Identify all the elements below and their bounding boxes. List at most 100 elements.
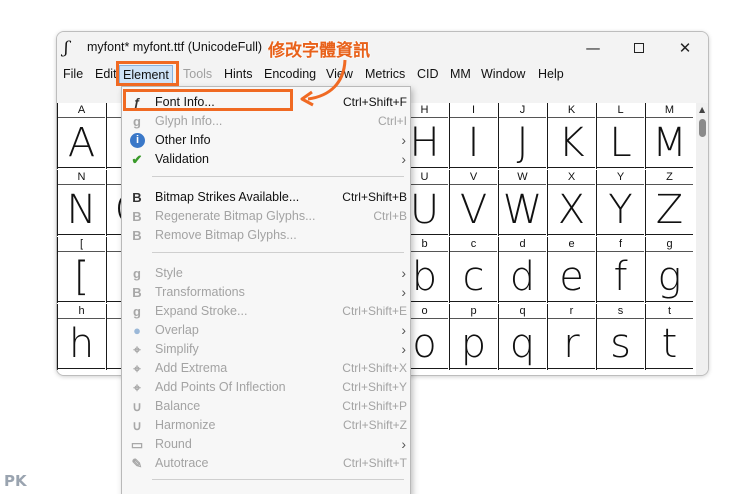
scroll-thumb[interactable]: [699, 119, 706, 137]
glyph-cell[interactable]: tt: [645, 304, 693, 370]
menu-item-regenerate-bitmap-glyphs[interactable]: B Regenerate Bitmap Glyphs... Ctrl+B: [122, 207, 412, 226]
vertical-scrollbar[interactable]: ▲: [696, 103, 708, 375]
menu-item-balance[interactable]: ∪ Balance Ctrl+Shift+P: [122, 397, 412, 416]
glyph-cell[interactable]: qq: [498, 304, 546, 370]
minimize-icon: —: [585, 38, 601, 57]
menu-item-label: Regenerate Bitmap Glyphs...: [155, 209, 316, 223]
menu-item-label: Transformations: [155, 285, 245, 299]
minimize-button[interactable]: —: [570, 32, 616, 63]
regenerate-bitmap-icon: B: [132, 209, 142, 224]
glyph-cell[interactable]: JJ: [498, 103, 546, 169]
menu-item-validation[interactable]: ✔ Validation ›: [122, 150, 412, 169]
menu-item-style[interactable]: g Style ›: [122, 264, 412, 283]
menu-item-label: Harmonize: [155, 418, 216, 432]
watermark-logo: PK: [4, 472, 27, 490]
glyph-cell[interactable]: dd: [498, 237, 546, 303]
glyph-cell[interactable]: [[: [57, 237, 105, 303]
glyph-cell[interactable]: hh: [57, 304, 105, 370]
glyph-preview: t: [646, 319, 693, 369]
close-button[interactable]: ✕: [662, 32, 708, 63]
glyph-cell[interactable]: XX: [547, 170, 595, 236]
menu-window[interactable]: Window: [481, 67, 525, 81]
menu-item-label: Balance: [155, 399, 201, 413]
element-menu-highlight: [116, 61, 179, 86]
menu-cid[interactable]: CID: [417, 67, 439, 81]
glyph-preview: K: [548, 118, 595, 168]
menu-item-transformations[interactable]: B Transformations ›: [122, 283, 412, 302]
menu-item-remove-bitmap-glyphs[interactable]: B Remove Bitmap Glyphs...: [122, 226, 412, 245]
menu-separator: [152, 176, 404, 177]
menu-item-simplify[interactable]: ⌖ Simplify ›: [122, 340, 412, 359]
menu-item-add-extrema[interactable]: ⌖ Add Extrema Ctrl+Shift+X: [122, 359, 412, 378]
menu-item-label: Expand Stroke...: [155, 304, 248, 318]
menu-item-label: Bitmap Strikes Available...: [155, 190, 300, 204]
menu-item-shortcut: Ctrl+I: [377, 114, 407, 128]
menu-hints[interactable]: Hints: [224, 67, 252, 81]
glyph-cell[interactable]: ff: [596, 237, 644, 303]
submenu-arrow-icon: ›: [401, 132, 406, 148]
glyph-cell[interactable]: rr: [547, 304, 595, 370]
glyph-cell[interactable]: KK: [547, 103, 595, 169]
menu-item-expand-stroke[interactable]: g Expand Stroke... Ctrl+Shift+E: [122, 302, 412, 321]
glyph-info-icon: g: [133, 114, 141, 129]
menu-help[interactable]: Help: [538, 67, 564, 81]
glyph-cell-label: K: [548, 103, 595, 118]
glyph-cell-label: X: [548, 170, 595, 185]
maximize-button[interactable]: [616, 32, 662, 63]
glyph-cell-label: J: [499, 103, 546, 118]
glyph-preview: h: [58, 319, 105, 369]
glyph-cell[interactable]: WW: [498, 170, 546, 236]
menu-item-bitmap-strikes-available[interactable]: B Bitmap Strikes Available... Ctrl+Shift+B: [122, 188, 412, 207]
glyph-cell-label: s: [597, 304, 644, 319]
glyph-preview: I: [450, 118, 497, 168]
glyph-cell[interactable]: MM: [645, 103, 693, 169]
submenu-arrow-icon: ›: [401, 322, 406, 338]
maximize-icon: [634, 42, 644, 53]
menu-item-shortcut: Ctrl+Shift+E: [342, 304, 407, 318]
glyph-cell[interactable]: cc: [449, 237, 497, 303]
title-bar: ʃ myfont* myfont.ttf (UnicodeFull) — ✕: [57, 32, 708, 63]
glyph-preview: J: [499, 118, 546, 168]
glyph-cell[interactable]: pp: [449, 304, 497, 370]
glyph-cell-label: L: [597, 103, 644, 118]
menu-item-label: Validation: [155, 152, 209, 166]
glyph-cell-label: N: [58, 170, 105, 185]
menu-item-harmonize[interactable]: ∪ Harmonize Ctrl+Shift+Z: [122, 416, 412, 435]
glyph-cell[interactable]: II: [449, 103, 497, 169]
menu-item-other-info[interactable]: i Other Info ›: [122, 131, 412, 150]
glyph-cell[interactable]: ee: [547, 237, 595, 303]
glyph-cell[interactable]: YY: [596, 170, 644, 236]
menu-separator: [152, 252, 404, 253]
glyph-cell-label: W: [499, 170, 546, 185]
menu-metrics[interactable]: Metrics: [365, 67, 405, 81]
glyph-preview: s: [597, 319, 644, 369]
font-info-highlight: [123, 89, 293, 111]
menu-item-shortcut: Ctrl+Shift+Z: [342, 418, 407, 432]
glyph-cell[interactable]: ss: [596, 304, 644, 370]
menu-item-label: Add Points Of Inflection: [155, 380, 286, 394]
glyph-cell-label: h: [58, 304, 105, 319]
menu-item-shortcut: Ctrl+Shift+X: [342, 361, 407, 375]
glyph-cell[interactable]: LL: [596, 103, 644, 169]
glyph-cell-label: g: [646, 237, 693, 252]
annotation-arrow-icon: [300, 59, 347, 107]
glyph-cell[interactable]: gg: [645, 237, 693, 303]
scroll-up-icon[interactable]: ▲: [699, 105, 705, 114]
menu-item-round[interactable]: ▭ Round ›: [122, 435, 412, 454]
menu-item-glyph-info[interactable]: g Glyph Info... Ctrl+I: [122, 112, 412, 131]
menu-mm[interactable]: MM: [450, 67, 471, 81]
menu-item-autotrace[interactable]: ✎ Autotrace Ctrl+Shift+T: [122, 454, 412, 473]
glyph-cell[interactable]: NN: [57, 170, 105, 236]
menu-file[interactable]: File: [63, 67, 83, 81]
menu-edit[interactable]: Edit: [95, 67, 117, 81]
menu-item-overlap[interactable]: ● Overlap ›: [122, 321, 412, 340]
window-title: myfont* myfont.ttf (UnicodeFull): [87, 40, 263, 54]
menu-item-label: Other Info: [155, 133, 211, 147]
menu-tools[interactable]: Tools: [183, 67, 212, 81]
glyph-preview: f: [597, 252, 644, 302]
glyph-cell[interactable]: AA: [57, 103, 105, 169]
fontforge-app-icon: ʃ: [64, 38, 69, 58]
glyph-cell[interactable]: VV: [449, 170, 497, 236]
glyph-cell[interactable]: ZZ: [645, 170, 693, 236]
menu-item-add-points-of-inflection[interactable]: ⌖ Add Points Of Inflection Ctrl+Shift+Y: [122, 378, 412, 397]
